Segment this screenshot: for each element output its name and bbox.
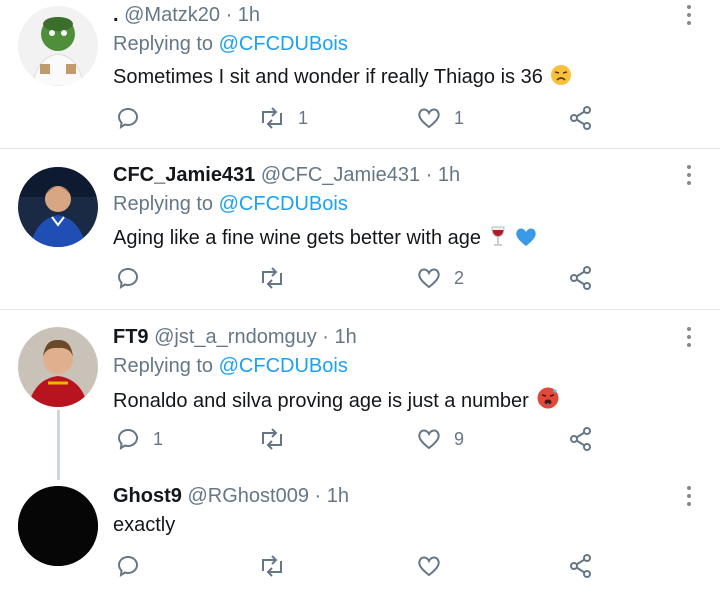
- tweet[interactable]: FT9 @jst_a_rndomguy · 1h Replying to @CF…: [0, 310, 720, 480]
- tweet-header: CFC_Jamie431 @CFC_Jamie431 · 1h: [113, 164, 460, 187]
- retweet-count: 1: [298, 107, 309, 128]
- hot-face-emoji: [536, 386, 560, 416]
- timestamp[interactable]: · 1h: [315, 485, 349, 507]
- retweet-icon: [262, 428, 282, 450]
- tweet-header: Ghost9 @RGhost009 · 1h: [113, 485, 349, 508]
- reply-icon: [117, 555, 138, 577]
- tweet-text-content: Aging like a fine wine gets better with …: [113, 227, 481, 249]
- like-count: 1: [454, 107, 465, 128]
- heart-icon: [418, 268, 440, 289]
- reply-icon: [117, 107, 138, 129]
- handle[interactable]: @RGhost009: [187, 485, 308, 507]
- timestamp[interactable]: · 1h: [322, 326, 356, 348]
- tweet-text: exactly: [113, 514, 175, 537]
- tweet-text: Ronaldo and silva proving age is just a …: [113, 386, 560, 416]
- handle[interactable]: @Matzk20: [124, 4, 220, 26]
- tweet-text: Aging like a fine wine gets better with …: [113, 225, 538, 253]
- like-count: 2: [454, 267, 465, 288]
- avatar[interactable]: [18, 486, 98, 566]
- heart-icon: [418, 429, 440, 450]
- retweet-button[interactable]: 1: [258, 104, 308, 132]
- tweet[interactable]: Ghost9 @RGhost009 · 1h exactly: [0, 470, 720, 593]
- tweet[interactable]: . @Matzk20 · 1h Replying to @CFCDUBois S…: [0, 0, 720, 148]
- like-count: 9: [454, 428, 465, 449]
- share-button[interactable]: [568, 104, 594, 132]
- tweet-text-content: Ronaldo and silva proving age is just a …: [113, 390, 529, 412]
- retweet-button[interactable]: [258, 425, 298, 453]
- tweet-header: . @Matzk20 · 1h: [113, 4, 260, 27]
- tweet-header: FT9 @jst_a_rndomguy · 1h: [113, 326, 357, 349]
- share-icon: [570, 427, 591, 451]
- heart-icon: [418, 108, 440, 129]
- reply-icon: [117, 267, 138, 289]
- more-options-icon[interactable]: [682, 485, 696, 507]
- reply-button[interactable]: [115, 104, 153, 132]
- like-button[interactable]: 1: [416, 104, 464, 132]
- display-name[interactable]: .: [113, 4, 119, 26]
- replying-to-link[interactable]: @CFCDUBois: [219, 33, 348, 55]
- retweet-icon: [262, 555, 282, 577]
- heart-icon: [418, 556, 440, 577]
- tweet[interactable]: CFC_Jamie431 @CFC_Jamie431 · 1h Replying…: [0, 149, 720, 309]
- more-options-icon[interactable]: [682, 164, 696, 186]
- tweet-text-content: exactly: [113, 514, 176, 536]
- reply-button[interactable]: 1: [115, 425, 163, 453]
- handle[interactable]: @jst_a_rndomguy: [154, 326, 317, 348]
- display-name[interactable]: CFC_Jamie431: [113, 164, 255, 186]
- display-name[interactable]: FT9: [113, 326, 149, 348]
- more-options-icon[interactable]: [682, 4, 696, 26]
- retweet-button[interactable]: [258, 552, 298, 580]
- replying-prefix: Replying to: [113, 33, 214, 55]
- like-button[interactable]: [416, 552, 454, 580]
- blue-heart-emoji: [514, 225, 538, 253]
- display-name[interactable]: Ghost9: [113, 485, 182, 507]
- replying-prefix: Replying to: [113, 355, 214, 377]
- timestamp[interactable]: · 1h: [226, 4, 260, 26]
- timestamp[interactable]: · 1h: [426, 164, 460, 186]
- retweet-button[interactable]: [258, 264, 298, 292]
- share-icon: [570, 554, 591, 578]
- avatar[interactable]: [18, 327, 98, 407]
- reply-count: 1: [153, 428, 164, 449]
- tweet-text: Sometimes I sit and wonder if really Thi…: [113, 64, 572, 92]
- like-button[interactable]: 9: [416, 425, 464, 453]
- avatar[interactable]: [18, 6, 98, 86]
- handle[interactable]: @CFC_Jamie431: [261, 164, 420, 186]
- share-icon: [570, 106, 591, 130]
- replying-to-link[interactable]: @CFCDUBois: [219, 193, 348, 215]
- share-icon: [570, 266, 591, 290]
- replying-to: Replying to @CFCDUBois: [113, 33, 348, 56]
- replying-to-link[interactable]: @CFCDUBois: [219, 355, 348, 377]
- avatar[interactable]: [18, 167, 98, 247]
- reply-button[interactable]: [115, 552, 153, 580]
- share-button[interactable]: [568, 264, 594, 292]
- tweet-text-content: Sometimes I sit and wonder if really Thi…: [113, 66, 543, 88]
- more-options-icon[interactable]: [682, 326, 696, 348]
- retweet-icon: [262, 267, 282, 289]
- reply-icon: [117, 428, 138, 450]
- replying-to: Replying to @CFCDUBois: [113, 355, 348, 378]
- reply-button[interactable]: [115, 264, 153, 292]
- wine-glass-emoji: [489, 225, 507, 253]
- share-button[interactable]: [568, 425, 594, 453]
- replying-to: Replying to @CFCDUBois: [113, 193, 348, 216]
- replying-prefix: Replying to: [113, 193, 214, 215]
- share-button[interactable]: [568, 552, 594, 580]
- retweet-icon: [262, 107, 282, 129]
- disappointed-face-emoji: [550, 64, 572, 92]
- like-button[interactable]: 2: [416, 264, 464, 292]
